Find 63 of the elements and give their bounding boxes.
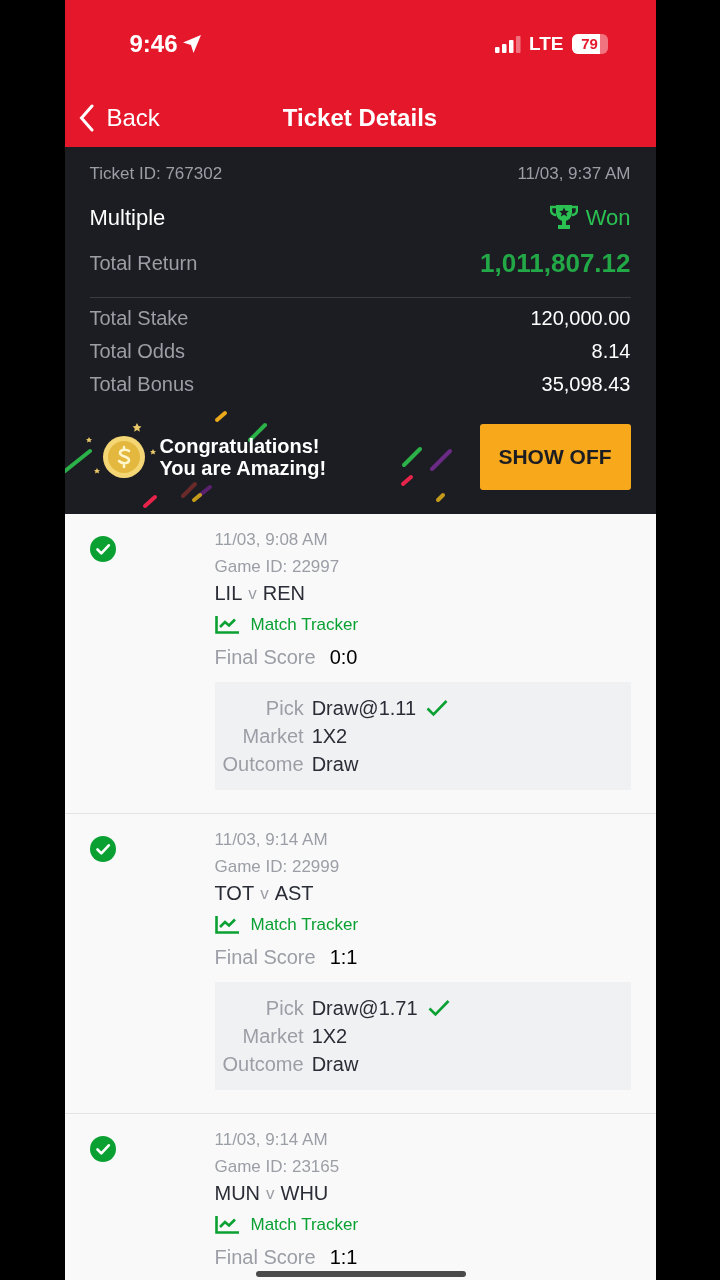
page-title: Ticket Details <box>282 102 438 133</box>
total-return-label: Total Return <box>89 251 198 276</box>
away-team: AST <box>274 880 314 906</box>
ticket-id: Ticket ID: 767302 <box>89 163 223 185</box>
pick-value: Draw@1.71 <box>311 995 418 1021</box>
game-id: Game ID: 22997 <box>214 555 341 578</box>
market-value: 1X2 <box>311 1023 349 1049</box>
congratulations-text: Congratulations! <box>159 435 321 457</box>
outcome-label: Outcome <box>221 751 304 777</box>
final-score: 1:1 <box>329 944 358 970</box>
versus-label: v <box>248 582 257 605</box>
bet-type: Multiple <box>89 203 166 232</box>
game-time: 11/03, 9:08 AM <box>214 528 329 551</box>
pick-label: Pick <box>264 995 304 1021</box>
final-score-label: Final Score <box>214 944 316 970</box>
summary-label: Total Stake <box>89 306 189 331</box>
line-chart-icon <box>214 915 239 934</box>
summary-value: 8.14 <box>591 339 631 364</box>
versus-label: v <box>266 1182 275 1205</box>
ticket-date: 11/03, 9:37 AM <box>517 163 631 185</box>
chevron-left-icon <box>78 103 95 132</box>
show-off-button[interactable]: SHOW OFF <box>479 424 631 490</box>
final-score: 1:1 <box>329 1244 358 1270</box>
pick-value: Draw@1.11 <box>311 695 417 721</box>
game-id: Game ID: 22999 <box>214 855 341 878</box>
final-score-label: Final Score <box>214 1244 316 1270</box>
ticket-status: Won <box>585 203 631 232</box>
home-team: MUN <box>214 1180 261 1206</box>
pick-label: Pick <box>264 695 304 721</box>
battery-indicator: 79 <box>571 34 608 54</box>
summary-value: 120,000.00 <box>530 306 631 331</box>
final-score: 0:0 <box>329 644 358 670</box>
back-button[interactable]: Back <box>64 99 160 136</box>
outcome-value: Draw <box>311 751 360 777</box>
summary-label: Total Bonus <box>89 372 194 397</box>
summary-label: Total Odds <box>89 339 186 364</box>
coin-icon <box>101 435 146 479</box>
line-chart-icon <box>214 615 239 634</box>
summary-value: 35,098.43 <box>541 372 631 397</box>
line-chart-icon <box>214 1215 239 1234</box>
market-label: Market <box>241 1023 304 1049</box>
market-value: 1X2 <box>311 723 349 749</box>
final-score-label: Final Score <box>214 644 316 670</box>
match-tracker-link[interactable]: Match Tracker <box>250 611 359 638</box>
match-tracker-link[interactable]: Match Tracker <box>250 911 359 938</box>
outcome-value: Draw <box>311 1051 360 1077</box>
congratulations-text: You are Amazing! <box>159 457 327 479</box>
location-arrow-icon <box>181 34 202 54</box>
network-type: LTE <box>529 31 564 56</box>
match-tracker-link[interactable]: Match Tracker <box>250 1211 359 1238</box>
game-time: 11/03, 9:14 AM <box>214 828 329 851</box>
home-team: LIL <box>214 580 243 606</box>
away-team: WHU <box>280 1180 329 1206</box>
game-time: 11/03, 9:14 AM <box>214 1128 329 1151</box>
away-team: REN <box>262 580 306 606</box>
home-team: TOT <box>214 880 255 906</box>
market-label: Market <box>241 723 304 749</box>
versus-label: v <box>260 882 269 905</box>
status-time: 9:46 <box>129 29 178 59</box>
game-id: Game ID: 23165 <box>214 1155 341 1178</box>
total-return-value: 1,011,807.12 <box>480 246 631 280</box>
signal-icon <box>495 35 521 53</box>
outcome-label: Outcome <box>221 1051 304 1077</box>
